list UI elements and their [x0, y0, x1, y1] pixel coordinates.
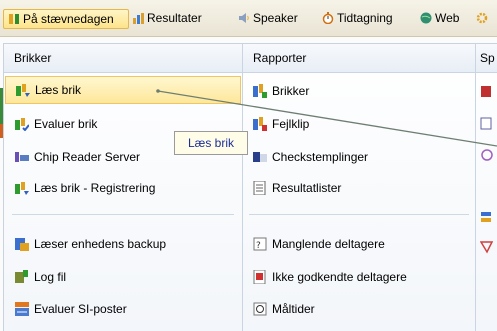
pointer-trail — [156, 89, 497, 147]
